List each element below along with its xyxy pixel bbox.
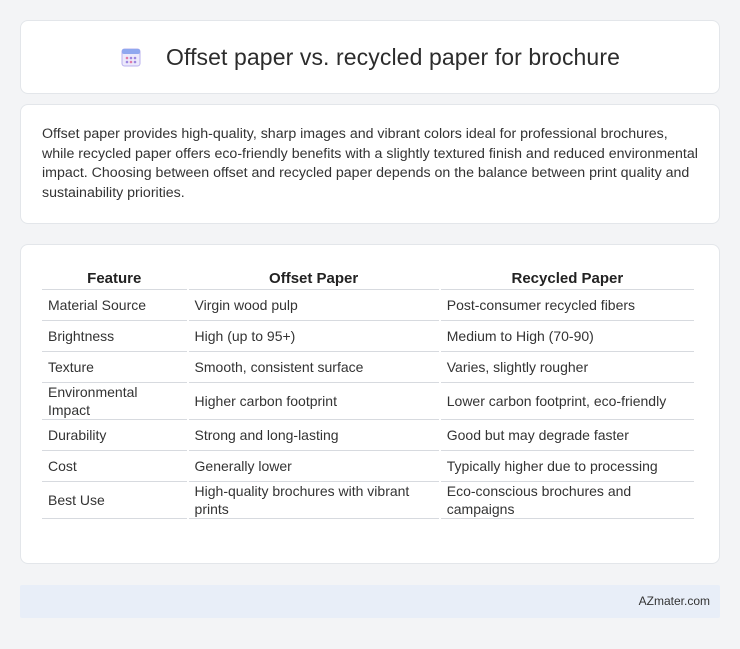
column-header-offset-paper: Offset Paper <box>188 267 439 290</box>
header-card: Offset paper vs. recycled paper for broc… <box>20 20 720 94</box>
recycled-cell: Varies, slightly rougher <box>440 352 694 383</box>
feature-cell: Texture <box>42 352 187 383</box>
comparison-table-card: Feature Offset Paper Recycled Paper Mate… <box>20 244 720 564</box>
column-header-feature: Feature <box>42 267 187 290</box>
feature-cell: Environmental Impact <box>42 383 187 420</box>
offset-cell: Smooth, consistent surface <box>188 352 439 383</box>
calendar-icon <box>120 46 142 68</box>
summary-text: Offset paper provides high-quality, shar… <box>42 126 698 201</box>
table-row: Durability Strong and long-lasting Good … <box>42 420 694 451</box>
footer-bar: AZmater.com <box>20 585 720 618</box>
recycled-cell: Medium to High (70-90) <box>440 321 694 352</box>
recycled-cell: Eco-conscious brochures and campaigns <box>440 482 694 519</box>
recycled-cell: Post-consumer recycled fibers <box>440 290 694 321</box>
offset-cell: Virgin wood pulp <box>188 290 439 321</box>
table-row: Brightness High (up to 95+) Medium to Hi… <box>42 321 694 352</box>
comparison-table: Feature Offset Paper Recycled Paper Mate… <box>40 267 696 519</box>
offset-cell: Generally lower <box>188 451 439 482</box>
feature-cell: Best Use <box>42 482 187 519</box>
table-row: Best Use High-quality brochures with vib… <box>42 482 694 519</box>
column-header-recycled-paper: Recycled Paper <box>440 267 694 290</box>
offset-cell: Strong and long-lasting <box>188 420 439 451</box>
feature-cell: Durability <box>42 420 187 451</box>
recycled-cell: Good but may degrade faster <box>440 420 694 451</box>
offset-cell: Higher carbon footprint <box>188 383 439 420</box>
footer-brand-link[interactable]: AZmater.com <box>639 594 710 608</box>
feature-cell: Brightness <box>42 321 187 352</box>
table-row: Material Source Virgin wood pulp Post-co… <box>42 290 694 321</box>
summary-card: Offset paper provides high-quality, shar… <box>20 104 720 224</box>
offset-cell: High (up to 95+) <box>188 321 439 352</box>
table-header-row: Feature Offset Paper Recycled Paper <box>42 267 694 290</box>
recycled-cell: Typically higher due to processing <box>440 451 694 482</box>
table-row: Environmental Impact Higher carbon footp… <box>42 383 694 420</box>
header: Offset paper vs. recycled paper for broc… <box>120 44 620 71</box>
recycled-cell: Lower carbon footprint, eco-friendly <box>440 383 694 420</box>
table-row: Texture Smooth, consistent surface Varie… <box>42 352 694 383</box>
feature-cell: Material Source <box>42 290 187 321</box>
table-row: Cost Generally lower Typically higher du… <box>42 451 694 482</box>
page-title: Offset paper vs. recycled paper for broc… <box>166 43 620 70</box>
offset-cell: High-quality brochures with vibrant prin… <box>188 482 439 519</box>
feature-cell: Cost <box>42 451 187 482</box>
